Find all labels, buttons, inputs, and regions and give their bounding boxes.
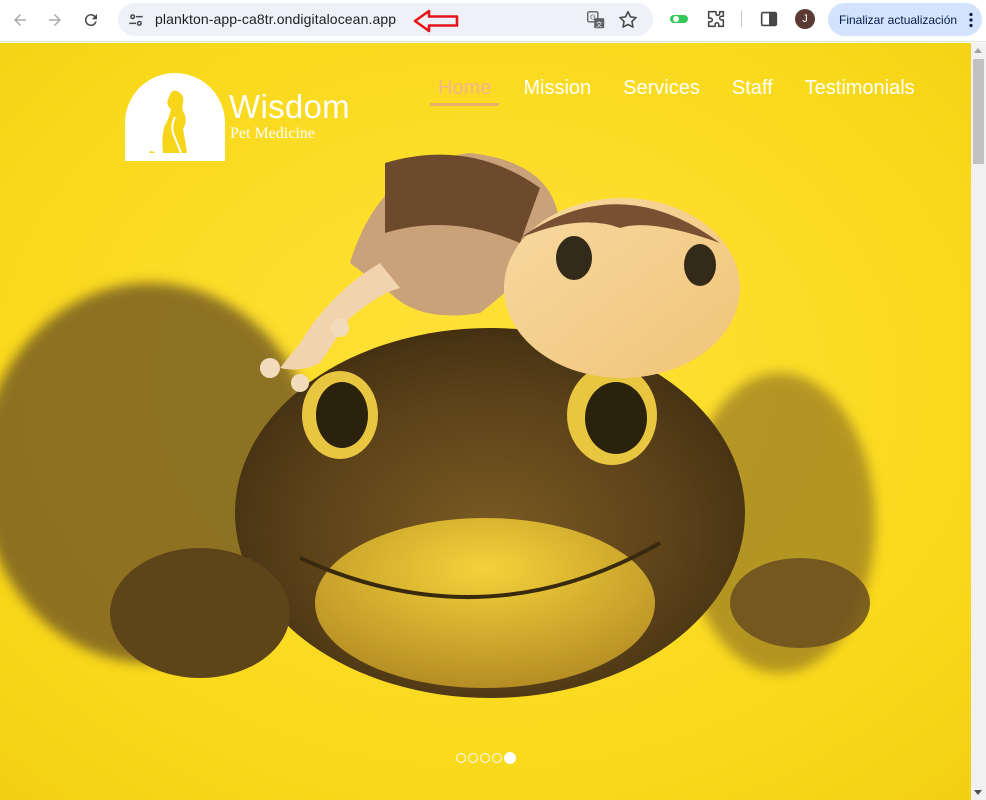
page-viewport: Wisdom Pet Medicine Home Mission Service… <box>0 43 971 800</box>
reload-icon <box>84 14 97 27</box>
more-menu-icon[interactable] <box>969 12 973 28</box>
brand-subtitle: Pet Medicine <box>230 125 315 142</box>
side-panel-icon[interactable] <box>758 8 780 30</box>
scroll-down-arrow-icon[interactable] <box>974 790 982 795</box>
carousel-dot-5[interactable] <box>504 752 516 764</box>
svg-text:G: G <box>590 13 596 22</box>
address-bar[interactable]: plankton-app-ca8tr.ondigitalocean.app G … <box>118 3 653 36</box>
scrollbar-thumb[interactable] <box>973 59 984 164</box>
finish-update-label: Finalizar actualización <box>839 12 958 27</box>
carousel-dot-4[interactable] <box>492 753 502 763</box>
carousel-dot-2[interactable] <box>468 753 478 763</box>
reload-button[interactable] <box>77 6 105 34</box>
nav-staff[interactable]: Staff <box>724 77 781 100</box>
extension-toggle-icon[interactable] <box>668 8 690 30</box>
wisdom-logo[interactable] <box>125 73 225 161</box>
nav-mission[interactable]: Mission <box>515 77 599 100</box>
carousel-dot-3[interactable] <box>480 753 490 763</box>
forward-button[interactable] <box>41 6 69 34</box>
site-info-icon[interactable] <box>126 10 146 30</box>
scroll-up-arrow-icon[interactable] <box>974 48 982 53</box>
translate-icon[interactable]: G 文 <box>585 9 607 31</box>
toolbar-separator <box>741 11 742 27</box>
svg-text:文: 文 <box>596 19 603 28</box>
finish-update-button[interactable]: Finalizar actualización <box>828 3 982 36</box>
browser-toolbar: plankton-app-ca8tr.ondigitalocean.app G … <box>0 0 986 42</box>
nav-testimonials[interactable]: Testimonials <box>797 77 923 100</box>
carousel-indicators <box>456 752 518 764</box>
arrow-right-icon <box>49 14 61 26</box>
nav-services[interactable]: Services <box>615 77 708 100</box>
extensions-puzzle-icon[interactable] <box>705 8 727 30</box>
bookmark-star-icon[interactable] <box>617 9 639 31</box>
main-nav: Home Mission Services Staff Testimonials <box>430 77 939 106</box>
back-button[interactable] <box>6 6 34 34</box>
vertical-scrollbar[interactable] <box>971 43 986 800</box>
brand-title: Wisdom <box>229 88 350 125</box>
url-text: plankton-app-ca8tr.ondigitalocean.app <box>155 11 397 27</box>
arrow-left-icon <box>14 14 26 26</box>
nav-home[interactable]: Home <box>430 77 500 106</box>
profile-avatar[interactable]: J <box>795 9 815 29</box>
annotation-arrow-icon <box>413 9 459 33</box>
carousel-dot-1[interactable] <box>456 753 466 763</box>
